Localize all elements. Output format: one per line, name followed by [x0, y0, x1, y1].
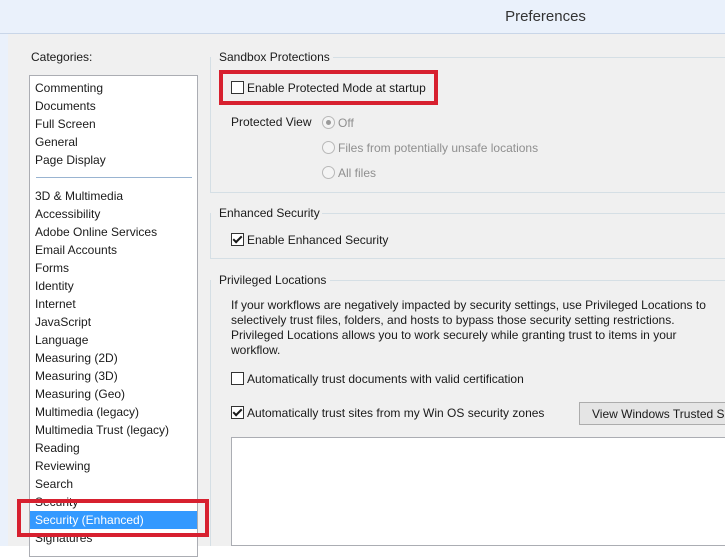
window-title: Preferences — [505, 8, 586, 25]
protected-view-off-radio[interactable] — [322, 116, 335, 129]
category-item-reviewing[interactable]: Reviewing — [30, 457, 197, 475]
view-trusted-sites-button[interactable]: View Windows Trusted Sites — [579, 402, 725, 425]
category-item-multimedia-legacy[interactable]: Multimedia (legacy) — [30, 403, 197, 421]
protected-view-all-radio[interactable] — [322, 166, 335, 179]
trust-os-zones-checkbox[interactable] — [231, 406, 244, 419]
highlight-protected-mode — [219, 70, 438, 105]
category-item-page-display[interactable]: Page Display — [30, 151, 197, 169]
category-item-measuring-2d[interactable]: Measuring (2D) — [30, 349, 197, 367]
category-item-adobe-online-services[interactable]: Adobe Online Services — [30, 223, 197, 241]
category-item-full-screen[interactable]: Full Screen — [30, 115, 197, 133]
category-item-reading[interactable]: Reading — [30, 439, 197, 457]
category-item-general[interactable]: General — [30, 133, 197, 151]
privileged-description-line: workflow. — [231, 343, 281, 357]
category-item-forms[interactable]: Forms — [30, 259, 197, 277]
category-item-accessibility[interactable]: Accessibility — [30, 205, 197, 223]
category-item-documents[interactable]: Documents — [30, 97, 197, 115]
category-item-multimedia-trust-legacy[interactable]: Multimedia Trust (legacy) — [30, 421, 197, 439]
trust-certified-label[interactable]: Automatically trust documents with valid… — [247, 372, 524, 386]
privileged-description-line: Privileged Locations allows you to work … — [231, 328, 677, 342]
privileged-description: If your workflows are negatively impacte… — [231, 298, 711, 358]
category-item-search[interactable]: Search — [30, 475, 197, 493]
trust-os-zones-label[interactable]: Automatically trust sites from my Win OS… — [247, 406, 544, 420]
privileged-description-line: If your workflows are negatively impacte… — [231, 298, 706, 312]
protected-view-unsafe-label[interactable]: Files from potentially unsafe locations — [338, 141, 538, 155]
category-divider — [36, 177, 192, 178]
highlight-security-enhanced — [17, 499, 209, 537]
enhanced-security-label[interactable]: Enable Enhanced Security — [247, 233, 388, 247]
category-item-internet[interactable]: Internet — [30, 295, 197, 313]
protected-view-unsafe-radio[interactable] — [322, 141, 335, 154]
enhanced-security-checkbox[interactable] — [231, 233, 244, 246]
category-item-3d-multimedia[interactable]: 3D & Multimedia — [30, 187, 197, 205]
protected-view-off-label[interactable]: Off — [338, 116, 354, 130]
category-item-javascript[interactable]: JavaScript — [30, 313, 197, 331]
category-item-measuring-3d[interactable]: Measuring (3D) — [30, 367, 197, 385]
trust-certified-checkbox[interactable] — [231, 372, 244, 385]
protected-view-label: Protected View — [231, 115, 312, 129]
privileged-description-line: selectively trust files, folders, and ho… — [231, 313, 675, 327]
privileged-locations-list[interactable] — [231, 437, 725, 546]
protected-view-all-label[interactable]: All files — [338, 166, 376, 180]
categories-label: Categories: — [31, 50, 93, 64]
title-bar: Preferences — [0, 0, 725, 34]
category-item-email-accounts[interactable]: Email Accounts — [30, 241, 197, 259]
window-frame-left — [0, 34, 8, 546]
category-separator-space — [30, 169, 197, 187]
category-item-identity[interactable]: Identity — [30, 277, 197, 295]
categories-list[interactable]: Commenting Documents Full Screen General… — [29, 75, 198, 557]
category-item-language[interactable]: Language — [30, 331, 197, 349]
category-item-commenting[interactable]: Commenting — [30, 79, 197, 97]
category-item-measuring-geo[interactable]: Measuring (Geo) — [30, 385, 197, 403]
